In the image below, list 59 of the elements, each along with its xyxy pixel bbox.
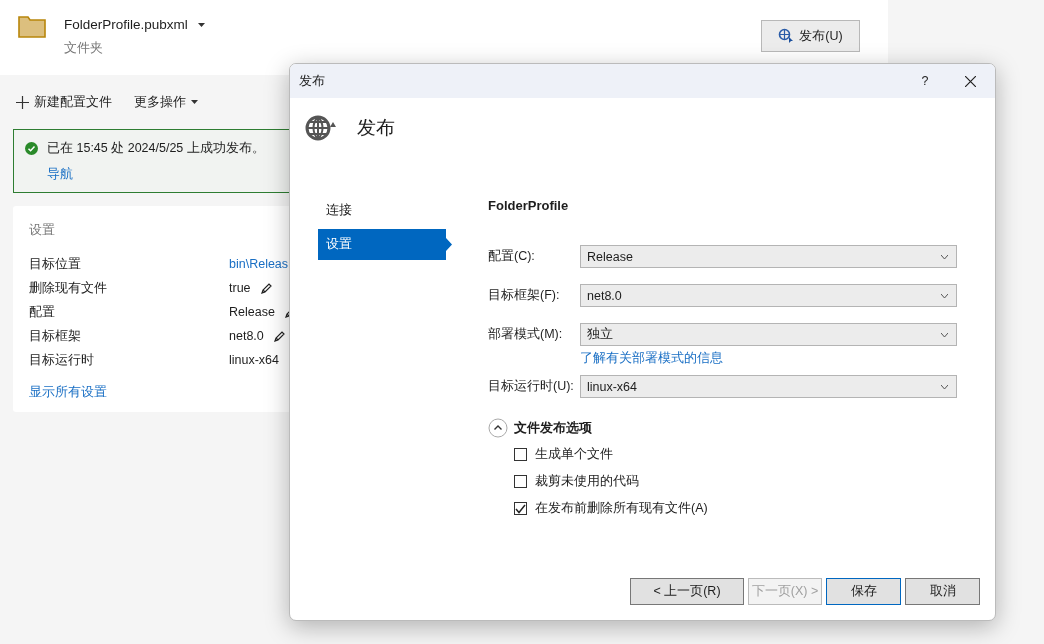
help-button[interactable]: ? [905,74,945,88]
dialog-button[interactable]: 取消 [905,578,980,605]
setting-label: 删除现有文件 [29,279,108,297]
globe-icon [778,28,795,44]
setting-label: 目标运行时 [29,351,95,369]
setting-value: linux-x64 [229,353,280,367]
chevron-down-icon [941,254,948,259]
setting-label: 目标框架 [29,327,82,345]
checkbox-label: 裁剪未使用的代码 [535,473,639,490]
setting-value: Release [229,305,275,319]
globe-icon [305,114,337,142]
dialog-title: 发布 [299,72,325,90]
close-icon[interactable] [964,75,976,87]
chevron-down-icon [941,293,948,298]
target-location-link[interactable]: bin\Releas [229,257,289,271]
dropdown[interactable]: net8.0 [580,284,957,307]
section-title: 文件发布选项 [514,419,592,437]
profile-name: FolderProfile.pubxml [64,17,188,32]
success-message: 已在 15:45 处 2024/5/25 上成功发布。 [47,140,265,157]
checkbox-label: 生成单个文件 [535,446,613,463]
publish-button[interactable]: 发布(U) [761,20,860,52]
pencil-icon[interactable] [272,329,286,343]
dropdown[interactable]: linux-x64 [580,375,957,398]
checkbox-label: 在发布前删除所有现有文件(A) [535,500,708,517]
checkbox[interactable] [514,475,527,488]
nav-item[interactable]: 连接 [318,195,452,226]
profile-name: FolderProfile [488,198,570,213]
setting-value: net8.0 [229,329,264,343]
setting-label: 配置 [29,303,56,321]
chevron-down-icon [941,332,948,337]
navigate-link[interactable]: 导航 [47,166,73,183]
pencil-icon[interactable] [259,281,273,295]
settings-title: 设置 [29,222,56,239]
caret-icon [191,100,198,104]
chevron-down-icon [941,384,948,389]
collapse-icon[interactable] [488,418,508,438]
profile-type: 文件夹 [64,40,104,57]
setting-value: true [229,281,251,295]
dropdown[interactable]: 独立 [580,323,957,346]
caret-icon[interactable] [197,22,205,27]
deployment-mode-info-link[interactable]: 了解有关部署模式的信息 [580,350,723,367]
field-label: 部署模式(M): [488,326,564,343]
show-all-settings-link[interactable]: 显示所有设置 [29,384,107,401]
folder-icon [18,16,46,38]
field-label: 目标运行时(U): [488,378,575,395]
checkbox[interactable] [514,448,527,461]
field-label: 配置(C): [488,248,536,265]
field-label: 目标框架(F): [488,287,561,304]
dialog-button[interactable]: < 上一页(R) [630,578,744,605]
dialog-heading: 发布 [357,116,395,140]
checkbox[interactable] [514,502,527,515]
nav-item[interactable]: 设置 [318,229,452,260]
dialog-button[interactable]: 保存 [826,578,901,605]
plus-icon [16,95,29,109]
check-circle-icon [25,142,38,155]
new-profile-button[interactable]: 新建配置文件 [16,93,112,111]
setting-label: 目标位置 [29,255,82,273]
dropdown[interactable]: Release [580,245,957,268]
more-actions-button[interactable]: 更多操作 [134,93,198,111]
